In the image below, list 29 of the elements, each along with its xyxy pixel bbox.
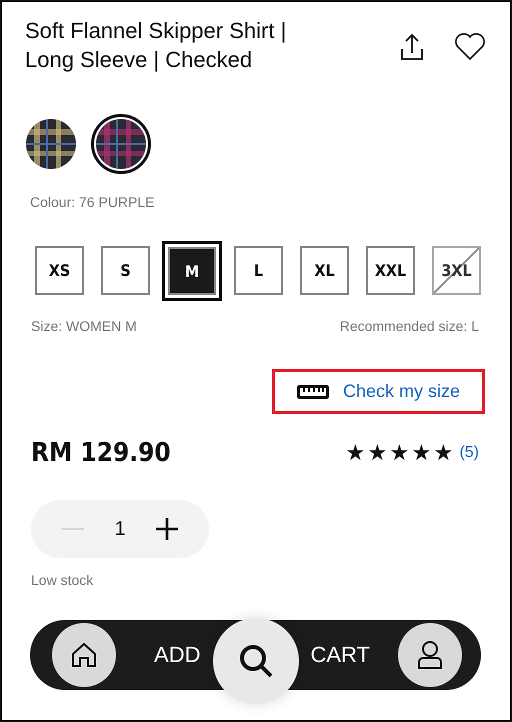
colour-label: Colour: 76 PURPLE: [30, 194, 156, 210]
ruler-icon: [296, 384, 329, 398]
recommended-size: Recommended size: L: [340, 318, 479, 334]
heart-icon: [454, 33, 486, 61]
size-option[interactable]: L: [234, 246, 283, 295]
size-option[interactable]: XL: [300, 246, 349, 295]
plaid-swatch-icon: [26, 119, 76, 169]
product-title: Soft Flannel Skipper Shirt | Long Sleeve | Checked: [25, 17, 288, 74]
quantity-value: 1: [114, 518, 126, 540]
size-option[interactable]: M: [162, 241, 222, 301]
star-icon: ★: [345, 440, 366, 466]
size-label: Size: WOMEN M: [31, 318, 137, 334]
price: RM 129.90: [31, 438, 171, 468]
home-icon: [70, 641, 98, 669]
star-icon: ★: [389, 440, 410, 466]
star-icon: ★: [411, 440, 432, 466]
check-size-link[interactable]: Check my size: [272, 369, 485, 414]
size-option[interactable]: XS: [35, 246, 84, 295]
stock-note: Low stock: [31, 572, 94, 588]
plaid-swatch-icon: [96, 119, 146, 169]
review-count-link[interactable]: (5): [459, 444, 479, 462]
star-icon: ★: [367, 440, 388, 466]
share-icon: [400, 33, 424, 61]
size-option[interactable]: XXL: [366, 246, 415, 295]
size-option[interactable]: S: [101, 246, 150, 295]
person-icon: [417, 640, 443, 670]
search-icon: [238, 643, 274, 679]
star-icon: ★: [433, 440, 454, 466]
plus-icon: [156, 518, 178, 540]
